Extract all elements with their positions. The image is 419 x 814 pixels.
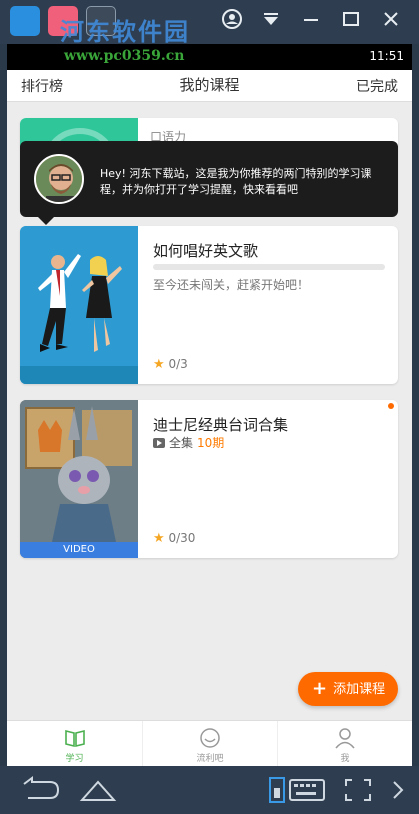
add-course-label: 添加课程 bbox=[333, 682, 386, 697]
emulator-title-bar: 河东软件园 bbox=[0, 0, 419, 46]
nav-label: 我 bbox=[340, 754, 350, 764]
maximize-icon[interactable] bbox=[338, 8, 364, 34]
emulator-nav-bar bbox=[0, 766, 419, 814]
tooltip-text: Hey! 河东下载站，这是我为你推荐的两门特别的学习课程，并为你打开了学习提醒，… bbox=[100, 167, 372, 196]
add-course-button[interactable]: + 添加课程 bbox=[298, 672, 398, 706]
course-stars: ★ 0/30 bbox=[153, 531, 195, 546]
bottom-nav: 学习 流利吧 我 bbox=[7, 720, 412, 766]
avatar bbox=[34, 154, 84, 204]
star-icon: ★ bbox=[153, 357, 165, 372]
close-icon[interactable] bbox=[378, 8, 404, 34]
course-stars: ★ 0/3 bbox=[153, 357, 188, 372]
play-icon bbox=[153, 438, 165, 448]
fullscreen-icon[interactable] bbox=[342, 776, 378, 804]
episode-label: 全集 bbox=[169, 436, 194, 450]
nav-tab-study[interactable]: 学习 bbox=[7, 721, 142, 766]
new-indicator-dot bbox=[388, 403, 394, 409]
app-screen: 排行榜 我的课程 已完成 口语力 20 Hey! 河东下载站，这是我为你推荐的两… bbox=[7, 70, 412, 766]
completed-tab[interactable]: 已完成 bbox=[356, 76, 398, 96]
chevron-right-icon[interactable] bbox=[388, 776, 408, 804]
minimize-icon[interactable] bbox=[298, 8, 324, 34]
nav-tab-me[interactable]: 我 bbox=[277, 721, 412, 766]
page-title: 我的课程 bbox=[179, 76, 240, 94]
person-icon bbox=[335, 728, 355, 749]
watermark-url: www.pc0359.cn bbox=[64, 48, 185, 64]
nav-tab-community[interactable]: 流利吧 bbox=[142, 721, 277, 766]
status-time: 11:51 bbox=[369, 49, 404, 63]
account-icon[interactable] bbox=[219, 8, 245, 34]
course-progress-bar bbox=[153, 264, 385, 270]
course-stars-count: 0/30 bbox=[168, 531, 196, 545]
course-stars-count: 0/3 bbox=[168, 357, 188, 371]
book-icon bbox=[64, 729, 85, 748]
course-title: 如何唱好英文歌 bbox=[153, 242, 259, 260]
video-badge: VIDEO bbox=[20, 542, 138, 558]
app-header: 排行榜 我的课程 已完成 bbox=[7, 70, 412, 102]
episode-count: 10期 bbox=[197, 436, 225, 450]
watermark-title: 河东软件园 bbox=[60, 17, 190, 46]
star-icon: ★ bbox=[153, 531, 165, 546]
smile-icon bbox=[200, 728, 220, 748]
course-thumbnail: VIDEO bbox=[20, 400, 138, 558]
home-icon[interactable] bbox=[78, 776, 117, 804]
episode-info: 全集 10期 bbox=[153, 434, 224, 451]
course-status: 至今还未闯关，赶紧开始吧！ bbox=[153, 278, 310, 292]
course-card-english-songs[interactable]: 如何唱好英文歌 至今还未闯关，赶紧开始吧！ ★ 0/3 bbox=[20, 226, 398, 384]
plus-icon: + bbox=[312, 678, 328, 699]
course-card-disney-quotes[interactable]: VIDEO 迪士尼经典台词合集 全集 10期 ★ 0/30 bbox=[20, 400, 398, 558]
course-thumbnail bbox=[20, 226, 138, 384]
back-icon[interactable] bbox=[20, 776, 60, 804]
dropdown-menu-icon[interactable] bbox=[258, 8, 284, 34]
recommendation-tooltip[interactable]: Hey! 河东下载站，这是我为你推荐的两门特别的学习课程，并为你打开了学习提醒，… bbox=[20, 141, 398, 225]
keyboard-toggle-icon[interactable] bbox=[268, 776, 328, 804]
nav-label: 学习 bbox=[65, 754, 84, 764]
nav-label: 流利吧 bbox=[196, 754, 224, 764]
emulator-app-icon-1[interactable] bbox=[10, 6, 40, 36]
course-title: 迪士尼经典台词合集 bbox=[153, 416, 289, 434]
